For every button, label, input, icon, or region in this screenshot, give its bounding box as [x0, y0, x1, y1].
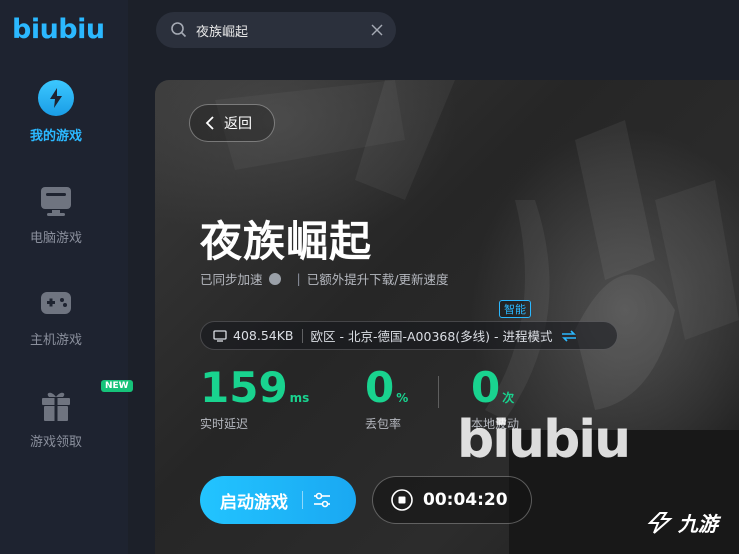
sync-text: 已同步加速	[200, 272, 263, 287]
sidebar-item-console-games[interactable]: 主机游戏	[0, 284, 112, 348]
search-input[interactable]: 夜族崛起	[156, 12, 396, 48]
search-value[interactable]: 夜族崛起	[196, 21, 370, 40]
latency-value: 159	[200, 363, 288, 412]
sync-status: 已同步加速 | 已额外提升下载/更新速度	[200, 269, 448, 288]
jiuyou-logo-icon	[647, 511, 673, 534]
local-unit: 次	[502, 391, 515, 405]
settings-sliders-icon[interactable]	[313, 492, 331, 508]
latency-unit: ms	[289, 391, 310, 405]
back-label: 返回	[224, 116, 252, 132]
route-text: 欧区 - 北京-德国-A00368(多线) - 进程模式	[310, 329, 553, 344]
clear-icon[interactable]	[370, 23, 384, 37]
gamepad-icon	[37, 284, 75, 322]
chevron-left-icon	[205, 116, 214, 130]
lightning-icon	[37, 80, 75, 118]
new-badge: NEW	[101, 380, 133, 392]
divider	[301, 328, 303, 343]
stop-timer-button[interactable]: 00:04:20	[372, 476, 532, 524]
sidebar-item-my-games[interactable]: 我的游戏	[0, 80, 112, 144]
steam-icon	[268, 272, 281, 285]
sidebar-item-label: 电脑游戏	[29, 231, 82, 246]
back-button[interactable]: 返回	[189, 104, 275, 142]
sidebar-item-label: 游戏领取	[29, 435, 82, 450]
latency-stat: 159 ms 实时延迟	[200, 365, 309, 432]
top-bar: 夜族崛起	[128, 0, 739, 70]
launch-game-button[interactable]: 启动游戏	[200, 476, 356, 524]
smart-mode-tag: 智能	[499, 300, 531, 318]
stop-icon	[391, 489, 413, 511]
route-selector[interactable]: 408.54KB 欧区 - 北京-德国-A00368(多线) - 进程模式	[200, 321, 618, 350]
monitor-icon	[213, 329, 227, 342]
packet-loss-unit: %	[396, 391, 409, 405]
game-title: 夜族崛起	[200, 217, 373, 266]
search-icon	[171, 22, 187, 38]
sidebar: biubiu 我的游戏 电脑游戏 主机游戏 NEW 游戏领取	[0, 0, 133, 554]
sidebar-item-pc-games[interactable]: 电脑游戏	[0, 182, 112, 246]
monitor-icon	[37, 182, 75, 220]
stat-divider	[438, 376, 439, 408]
sidebar-item-gift[interactable]: NEW 游戏领取	[0, 380, 133, 450]
corner-text: 九游	[678, 512, 718, 536]
launch-label: 启动游戏	[220, 492, 288, 513]
gift-icon: NEW	[37, 380, 133, 424]
download-size: 408.54KB	[233, 328, 294, 343]
packet-loss-stat: 0% 丢包率	[365, 365, 408, 432]
divider	[302, 491, 303, 509]
elapsed-time: 00:04:20	[423, 490, 508, 510]
packet-loss-label: 丢包率	[365, 417, 402, 431]
corner-watermark: 九游	[646, 508, 718, 537]
game-detail-panel: 返回 夜族崛起 已同步加速 | 已额外提升下载/更新速度 智能 408.54KB…	[155, 80, 739, 554]
extra-speed-text: 已额外提升下载/更新速度	[306, 272, 449, 287]
latency-label: 实时延迟	[200, 417, 249, 431]
separator: |	[296, 271, 301, 286]
sidebar-item-label: 我的游戏	[29, 129, 82, 144]
watermark-text: biubiu	[457, 410, 631, 470]
swap-icon[interactable]	[561, 329, 577, 342]
local-value: 0	[471, 363, 501, 412]
packet-loss-value: 0	[365, 363, 395, 412]
sidebar-item-label: 主机游戏	[29, 333, 82, 348]
app-logo[interactable]: biubiu	[12, 14, 105, 45]
